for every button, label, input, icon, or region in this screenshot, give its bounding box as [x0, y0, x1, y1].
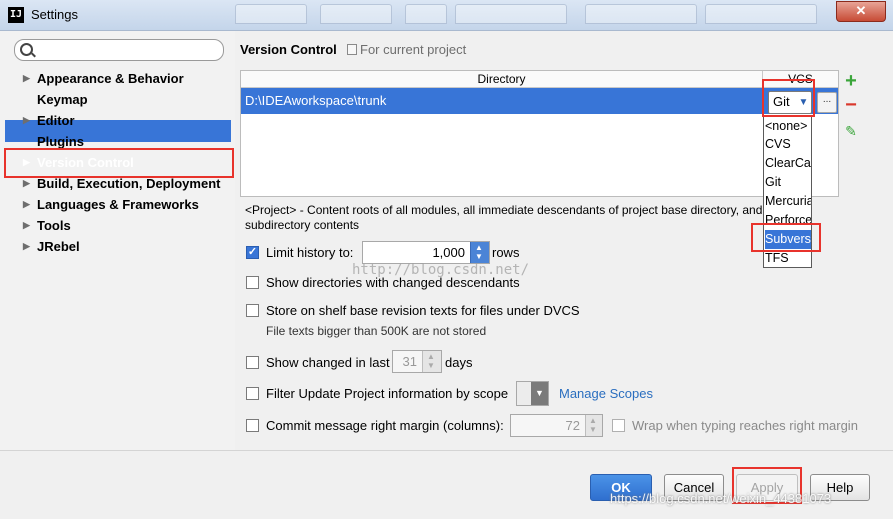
spinner-down-icon[interactable]: ▼ [589, 425, 597, 434]
sidebar-item-label: Editor [37, 113, 75, 128]
annotation-highlight-box [751, 223, 821, 252]
commit-margin-checkbox[interactable] [246, 419, 259, 432]
expand-arrow-icon[interactable]: ▶ [23, 68, 30, 89]
project-scope-icon [347, 44, 357, 55]
rows-suffix: rows [492, 245, 520, 260]
sidebar-item-appearance-behavior[interactable]: ▶ Appearance & Behavior [0, 68, 235, 89]
background-tab [235, 4, 307, 24]
vcs-option-clearcase[interactable]: ClearCase [765, 154, 811, 173]
sidebar-item-jrebel[interactable]: ▶ JRebel [0, 236, 235, 257]
vcs-option-cvs[interactable]: CVS [765, 135, 811, 154]
chevron-down-icon[interactable]: ▼ [531, 382, 548, 405]
column-header-directory[interactable]: Directory [241, 71, 763, 88]
sidebar-item-label: Languages & Frameworks [37, 197, 199, 212]
watermark-text: https://blog.csdn.net/weixin_44381073 [610, 491, 832, 506]
show-dirs-label: Show directories with changed descendant… [266, 275, 520, 290]
expand-arrow-icon[interactable]: ▶ [23, 215, 30, 236]
show-changed-checkbox[interactable] [246, 356, 259, 369]
window-title: Settings [31, 7, 78, 22]
days-suffix: days [445, 355, 473, 370]
annotation-highlight-box [4, 148, 234, 178]
expand-arrow-icon[interactable]: ▶ [23, 236, 30, 257]
show-dirs-checkbox[interactable] [246, 276, 259, 289]
background-tab [405, 4, 447, 24]
store-shelf-checkbox[interactable] [246, 304, 259, 317]
margin-value: 72 [565, 418, 580, 433]
store-shelf-note: File texts bigger than 500K are not stor… [266, 324, 487, 338]
remove-icon[interactable]: − [843, 95, 859, 115]
sidebar-item-label: Keymap [37, 92, 88, 107]
page-title: Version Control [240, 42, 337, 57]
background-tab [585, 4, 697, 24]
background-tab [705, 4, 817, 24]
sidebar-item-label: Tools [37, 218, 71, 233]
days-value: 31 [402, 354, 417, 369]
spinner-up-icon[interactable]: ▲ [475, 243, 483, 252]
wrap-label: Wrap when typing reaches right margin [632, 418, 858, 433]
spinner-down-icon[interactable]: ▼ [427, 361, 435, 370]
margin-stepper[interactable]: 72 ▲ ▼ [510, 414, 603, 437]
commit-margin-label: Commit message right margin (columns): [266, 418, 504, 433]
wrap-checkbox[interactable] [612, 419, 625, 432]
configure-vcs-button[interactable]: ... [817, 92, 837, 113]
spinner-up-icon[interactable]: ▲ [427, 352, 435, 361]
sidebar-item-label: JRebel [37, 239, 80, 254]
title-bar: IJ Settings ✕ [0, 0, 893, 31]
window-close-button[interactable]: ✕ [836, 1, 886, 22]
spinner-arrows-icon[interactable]: ▲ ▼ [422, 351, 441, 372]
search-icon [20, 43, 33, 56]
sidebar-item-keymap[interactable]: Keymap [0, 89, 235, 110]
expand-arrow-icon[interactable]: ▶ [23, 194, 30, 215]
limit-history-checkbox[interactable]: ✓ [246, 246, 259, 259]
divider [0, 450, 893, 451]
store-shelf-label: Store on shelf base revision texts for f… [266, 303, 580, 318]
filter-update-label: Filter Update Project information by sco… [266, 386, 509, 401]
sidebar-item-label: Appearance & Behavior [37, 71, 184, 86]
vcs-option-git[interactable]: Git [765, 173, 811, 192]
directory-cell[interactable]: D:\IDEAworkspace\trunk [245, 93, 386, 108]
sidebar-item-languages-frameworks[interactable]: ▶ Languages & Frameworks [0, 194, 235, 215]
days-stepper[interactable]: 31 ▲ ▼ [392, 350, 442, 373]
spinner-up-icon[interactable]: ▲ [589, 416, 597, 425]
filter-update-checkbox[interactable] [246, 387, 259, 400]
expand-arrow-icon[interactable]: ▶ [23, 110, 30, 131]
manage-scopes-link[interactable]: Manage Scopes [559, 386, 653, 401]
limit-history-value: 1,000 [432, 245, 465, 260]
edit-icon[interactable]: ✎ [843, 123, 859, 139]
background-tab [320, 4, 392, 24]
intellij-app-icon: IJ [8, 7, 24, 23]
vcs-option-none[interactable]: <none> [765, 117, 811, 136]
background-tab [455, 4, 567, 24]
spinner-arrows-icon[interactable]: ▲ ▼ [585, 415, 602, 436]
limit-history-stepper[interactable]: 1,000 ▲ ▼ [362, 241, 490, 264]
annotation-highlight-box [762, 79, 815, 117]
limit-history-label: Limit history to: [266, 245, 354, 260]
spinner-down-icon[interactable]: ▼ [475, 252, 483, 261]
show-changed-label: Show changed in last [266, 355, 390, 370]
sidebar-item-editor[interactable]: ▶ Editor [0, 110, 235, 131]
add-icon[interactable]: + [843, 71, 859, 91]
scope-note: For current project [360, 42, 467, 57]
spinner-arrows-icon[interactable]: ▲ ▼ [470, 242, 489, 263]
vcs-mappings-table[interactable]: Directory VCS D:\IDEAworkspace\trunk Git… [240, 70, 839, 197]
vcs-option-mercurial[interactable]: Mercurial [765, 192, 811, 211]
scope-select[interactable]: ▼ [516, 381, 549, 406]
settings-search-input[interactable] [14, 39, 224, 61]
sidebar-item-tools[interactable]: ▶ Tools [0, 215, 235, 236]
